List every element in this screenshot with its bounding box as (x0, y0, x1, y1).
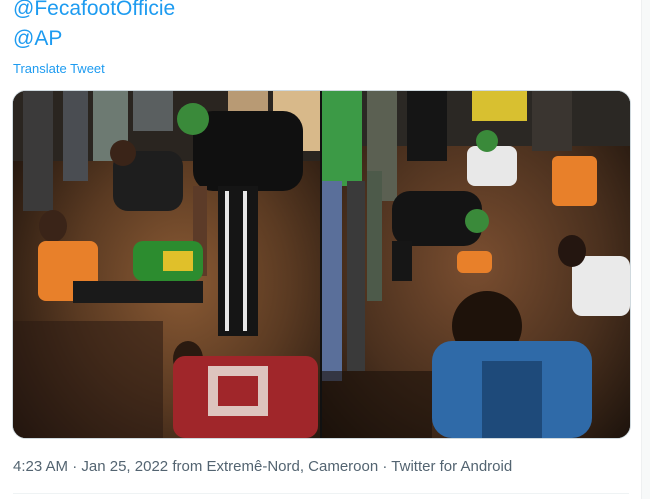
tweet-source[interactable]: Twitter for Android (391, 458, 512, 475)
meta-separator: · (72, 458, 78, 475)
media-grid (12, 90, 631, 439)
meta-separator: · (382, 458, 388, 475)
tweet-metadata: 4:23 AM · Jan 25, 2022 from Extremê-Nord… (13, 458, 512, 475)
from-text: from (172, 458, 203, 475)
left-photo[interactable] (13, 91, 320, 438)
scrollbar-track[interactable] (641, 0, 650, 499)
tweet-time[interactable]: 4:23 AM (13, 458, 68, 475)
mention-ap[interactable]: @AP (13, 27, 62, 51)
mention-fecafoot[interactable]: @FecafootOfficie (13, 0, 175, 21)
tweet-location[interactable]: Extremê-Nord, Cameroon (206, 458, 378, 475)
tweet-date[interactable]: Jan 25, 2022 (81, 458, 168, 475)
translate-tweet-link[interactable]: Translate Tweet (13, 61, 105, 76)
right-photo[interactable] (322, 91, 630, 438)
divider (13, 493, 629, 494)
